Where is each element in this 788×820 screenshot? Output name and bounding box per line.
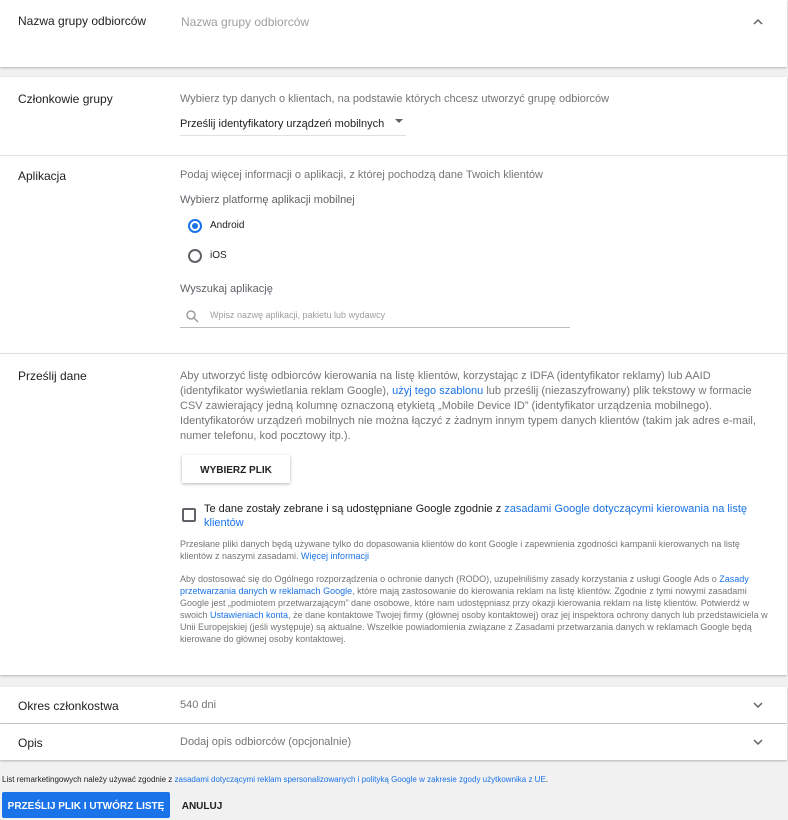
upload-instructions: Aby utworzyć listę odbiorców kierowania … <box>180 369 770 444</box>
template-link[interactable]: użyj tego szablonu <box>392 385 483 397</box>
usage-note: Przesłane pliki danych będą używane tylk… <box>180 538 770 562</box>
ios-label: iOS <box>210 250 227 261</box>
consent-text-body: Te dane zostały zebrane i są udostępnian… <box>204 503 505 515</box>
android-label: Android <box>210 220 245 231</box>
upload-and-create-button[interactable]: PRZEŚLIJ PLIK I UTWÓRZ LISTĘ <box>2 792 170 818</box>
search-app-label: Wyszukaj aplikację <box>180 283 273 295</box>
ios-radio[interactable] <box>188 249 202 263</box>
description-value: Dodaj opis odbiorców (opcjonalnie) <box>180 736 352 748</box>
membership-duration-value: 540 dni <box>180 699 217 711</box>
usage-note-text: Przesłane pliki danych będą używane tylk… <box>180 539 740 561</box>
divider <box>0 155 787 156</box>
footer-policy-text-body: List remarketingowych należy używać zgod… <box>2 775 175 784</box>
cancel-button-label: ANULUJ <box>181 801 223 812</box>
gdpr-note: Aby dostosować się do Ogólnego rozporząd… <box>180 573 770 645</box>
chevron-down-icon[interactable] <box>751 735 765 749</box>
chevron-up-icon[interactable] <box>751 15 765 29</box>
description-row[interactable]: Opis Dodaj opis odbiorców (opcjonalnie) <box>0 724 787 760</box>
caret-down-icon <box>395 119 403 123</box>
platform-label: Wybierz platformę aplikacji mobilnej <box>180 194 355 206</box>
membership-duration-label: Okres członkostwa <box>18 699 119 713</box>
footer-policy-period: . <box>545 775 549 784</box>
audience-name-label: Nazwa grupy odbiorców <box>18 14 147 28</box>
upload-and-create-button-label: PRZEŚLIJ PLIK I UTWÓRZ LISTĘ <box>7 801 165 812</box>
divider <box>0 353 787 354</box>
data-type-dropdown-value: Prześlij identyfikatory urządzeń mobilny… <box>180 118 385 130</box>
description-label: Opis <box>18 736 43 750</box>
audience-name-input[interactable]: Nazwa grupy odbiorców <box>181 15 601 29</box>
upload-label: Prześlij dane <box>18 369 87 383</box>
footer-policy-text: List remarketingowych należy używać zgod… <box>2 775 548 784</box>
learn-more-link[interactable]: Więcej informacji <box>301 551 369 561</box>
search-icon <box>186 310 199 323</box>
consent-checkbox[interactable] <box>182 508 196 522</box>
chevron-down-icon[interactable] <box>751 698 765 712</box>
choose-file-button-label: WYBIERZ PLIK <box>200 465 272 476</box>
data-type-dropdown[interactable]: Prześlij identyfikatory urządzeń mobilny… <box>180 114 406 136</box>
choose-file-button[interactable]: WYBIERZ PLIK <box>182 455 290 483</box>
consent-text: Te dane zostały zebrane i są udostępnian… <box>204 502 769 530</box>
android-radio[interactable] <box>188 219 202 233</box>
cancel-button[interactable]: ANULUJ <box>176 792 228 818</box>
membership-duration-row[interactable]: Okres członkostwa 540 dni <box>0 687 787 723</box>
personalized-ads-policy-link[interactable]: zasadami dotyczącymi reklam spersonalizo… <box>175 775 546 784</box>
gdpr-note-text: Aby dostosować się do Ogólnego rozporząd… <box>180 574 720 584</box>
app-search-field[interactable]: Wpisz nazwę aplikacji, pakietu lub wydaw… <box>180 305 570 328</box>
account-settings-link[interactable]: Ustawieniach konta <box>210 610 288 620</box>
members-label: Członkowie grupy <box>18 92 113 106</box>
app-label: Aplikacja <box>18 169 67 183</box>
app-search-placeholder: Wpisz nazwę aplikacji, pakietu lub wydaw… <box>210 310 386 320</box>
members-description: Wybierz typ danych o klientach, na podst… <box>180 93 610 105</box>
audience-name-card: Nazwa grupy odbiorców Nazwa grupy odbior… <box>0 0 787 67</box>
audience-details-card: Członkowie grupy Wybierz typ danych o kl… <box>0 77 787 675</box>
app-description: Podaj więcej informacji o aplikacji, z k… <box>180 169 543 181</box>
